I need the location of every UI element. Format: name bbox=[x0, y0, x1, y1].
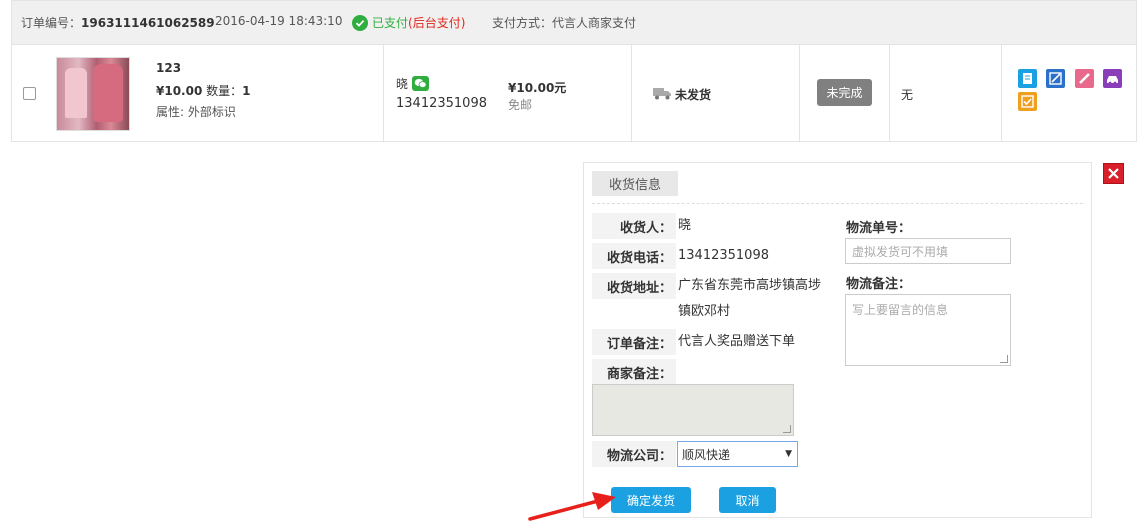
phone-value: 13412351098 bbox=[678, 248, 769, 263]
buyer-name: 晓 bbox=[396, 75, 430, 92]
merchant-note-textarea[interactable] bbox=[592, 384, 794, 436]
product-name[interactable]: 123 bbox=[156, 61, 181, 75]
product-thumbnail[interactable] bbox=[56, 57, 130, 131]
tracking-number-label: 物流单号： bbox=[846, 221, 912, 236]
cancel-button[interactable]: 取消 bbox=[719, 487, 776, 513]
address-value: 广东省东莞市高埗镇高埗镇欧邓村 bbox=[678, 278, 822, 319]
buyer-phone: 13412351098 bbox=[396, 96, 487, 111]
order-remark: 无 bbox=[901, 88, 914, 102]
car-icon[interactable] bbox=[1103, 69, 1122, 88]
logistics-company-select[interactable]: 顺风快递 ▼ bbox=[677, 441, 798, 467]
order-row: 123 ¥10.00 数量：1 属性: 外部标识 晓 13412351098 ¥… bbox=[11, 44, 1137, 142]
pointer-arrow-icon bbox=[528, 492, 616, 521]
order-datetime: 2016-04-19 18:43:10 bbox=[215, 14, 343, 28]
phone-label: 收货电话： bbox=[592, 243, 676, 269]
shipping-dialog: 收货信息 收货人： 晓 收货电话： 13412351098 收货地址： 广东省东… bbox=[583, 162, 1092, 518]
address-label: 收货地址： bbox=[592, 273, 676, 299]
shipping-fee: 免邮 bbox=[508, 98, 533, 112]
incomplete-button[interactable]: 未完成 bbox=[817, 79, 872, 106]
logistics-company-label: 物流公司： bbox=[592, 441, 676, 467]
resize-handle[interactable] bbox=[783, 425, 791, 433]
truck-icon bbox=[653, 88, 671, 100]
shipping-status: 未发货 bbox=[675, 88, 712, 102]
logistics-remark-textarea[interactable]: 写上要留言的信息 bbox=[845, 294, 1011, 366]
receiver-value: 晓 bbox=[678, 218, 692, 233]
order-select-checkbox[interactable] bbox=[23, 87, 36, 100]
tab-receiver-info[interactable]: 收货信息 bbox=[592, 171, 678, 196]
tracking-number-input[interactable]: 虚拟发货可不用填 bbox=[845, 238, 1011, 264]
resize-handle[interactable] bbox=[1000, 355, 1008, 363]
close-icon[interactable] bbox=[1103, 163, 1124, 184]
payment-status: 已支付 (后台支付) bbox=[352, 14, 465, 31]
order-amount: ¥10.00元 bbox=[508, 81, 567, 95]
pencil-icon[interactable] bbox=[1075, 69, 1094, 88]
check-note-icon[interactable] bbox=[1018, 92, 1037, 111]
merchant-note-label: 商家备注： bbox=[592, 359, 676, 385]
wechat-icon bbox=[412, 76, 430, 91]
order-note-value: 代言人奖品赠送下单 bbox=[678, 334, 796, 349]
note-icon[interactable] bbox=[1018, 69, 1037, 88]
order-number: 订单编号：1963111461062589 bbox=[21, 16, 215, 30]
order-note-label: 订单备注： bbox=[592, 329, 676, 355]
check-circle-icon bbox=[352, 14, 368, 31]
edit-icon[interactable] bbox=[1046, 69, 1065, 88]
logistics-remark-label: 物流备注： bbox=[846, 277, 912, 292]
receiver-label: 收货人： bbox=[592, 213, 676, 239]
payment-method: 支付方式：代言人商家支付 bbox=[492, 16, 637, 30]
confirm-ship-button[interactable]: 确定发货 bbox=[611, 487, 691, 513]
product-price-qty: ¥10.00 数量：1 bbox=[156, 84, 251, 98]
order-header: 订单编号：1963111461062589 2016-04-19 18:43:1… bbox=[11, 0, 1137, 44]
dropdown-caret-icon: ▼ bbox=[785, 449, 792, 459]
product-attribute: 属性: 外部标识 bbox=[156, 105, 236, 119]
